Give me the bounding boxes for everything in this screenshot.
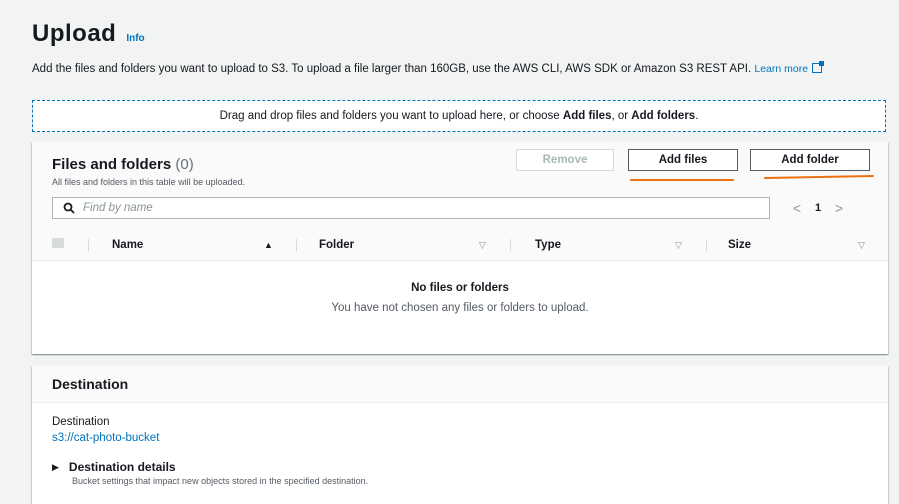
files-panel-title: Files and folders (0) bbox=[52, 156, 194, 173]
files-count: (0) bbox=[175, 156, 194, 173]
empty-state: No files or folders You have not chosen … bbox=[32, 282, 888, 314]
destination-title: Destination bbox=[52, 376, 129, 392]
column-header-size[interactable]: Size ▽ bbox=[728, 230, 878, 260]
destination-uri-link[interactable]: s3://cat-photo-bucket bbox=[52, 432, 159, 444]
select-all-checkbox[interactable] bbox=[52, 238, 64, 248]
destination-details-subtitle: Bucket settings that impact new objects … bbox=[72, 476, 369, 486]
column-divider bbox=[88, 239, 89, 251]
info-link[interactable]: Info bbox=[126, 33, 144, 44]
remove-button[interactable]: Remove bbox=[516, 149, 614, 171]
column-header-folder[interactable]: Folder ▽ bbox=[319, 230, 499, 260]
add-files-button[interactable]: Add files bbox=[628, 149, 738, 171]
learn-more-link[interactable]: Learn more bbox=[754, 61, 825, 75]
files-and-folders-panel: Files and folders (0) All files and fold… bbox=[32, 142, 888, 354]
sort-icon: ▽ bbox=[858, 239, 865, 250]
page-title: Upload bbox=[32, 20, 117, 47]
column-divider bbox=[510, 239, 511, 251]
sort-icon: ▽ bbox=[479, 239, 486, 250]
upload-page: Upload Info Add the files and folders yo… bbox=[0, 0, 899, 504]
files-panel-header: Files and folders (0) All files and fold… bbox=[32, 142, 888, 261]
add-files-annotation-underline bbox=[630, 179, 734, 181]
destination-label: Destination bbox=[52, 416, 110, 428]
add-folder-button[interactable]: Add folder bbox=[750, 149, 870, 171]
sort-ascending-icon: ▲ bbox=[264, 240, 273, 250]
upload-description: Add the files and folders you want to up… bbox=[32, 61, 884, 76]
destination-header: Destination bbox=[32, 366, 888, 403]
chevron-right-icon[interactable]: > bbox=[831, 200, 847, 216]
table-header: Name ▲ Folder ▽ Type ▽ Size ▽ bbox=[32, 230, 888, 260]
column-divider bbox=[706, 239, 707, 251]
add-folder-annotation-underline bbox=[763, 175, 875, 179]
pagination: < 1 > bbox=[789, 197, 847, 219]
drop-zone[interactable]: Drag and drop files and folders you want… bbox=[32, 100, 886, 132]
external-link-icon bbox=[812, 61, 825, 73]
page-header: Upload Info bbox=[32, 20, 145, 48]
empty-state-title: No files or folders bbox=[411, 282, 509, 294]
chevron-left-icon[interactable]: < bbox=[789, 200, 805, 216]
column-header-type[interactable]: Type ▽ bbox=[535, 230, 715, 260]
caret-right-icon: ▶ bbox=[52, 461, 59, 472]
column-divider bbox=[296, 239, 297, 251]
column-header-name[interactable]: Name ▲ bbox=[112, 230, 292, 260]
dropzone-text: Drag and drop files and folders you want… bbox=[219, 110, 699, 122]
search-icon bbox=[63, 202, 75, 214]
destination-details-toggle[interactable]: ▶ Destination details bbox=[52, 460, 176, 474]
empty-state-subtitle: You have not chosen any files or folders… bbox=[331, 302, 589, 314]
description-text: Add the files and folders you want to up… bbox=[32, 63, 752, 75]
destination-panel: Destination Destination s3://cat-photo-b… bbox=[32, 366, 888, 504]
search-input[interactable] bbox=[83, 202, 683, 214]
page-number[interactable]: 1 bbox=[805, 202, 831, 214]
search-field[interactable] bbox=[52, 197, 770, 219]
sort-icon: ▽ bbox=[675, 239, 682, 250]
files-panel-subtitle: All files and folders in this table will… bbox=[52, 177, 246, 187]
